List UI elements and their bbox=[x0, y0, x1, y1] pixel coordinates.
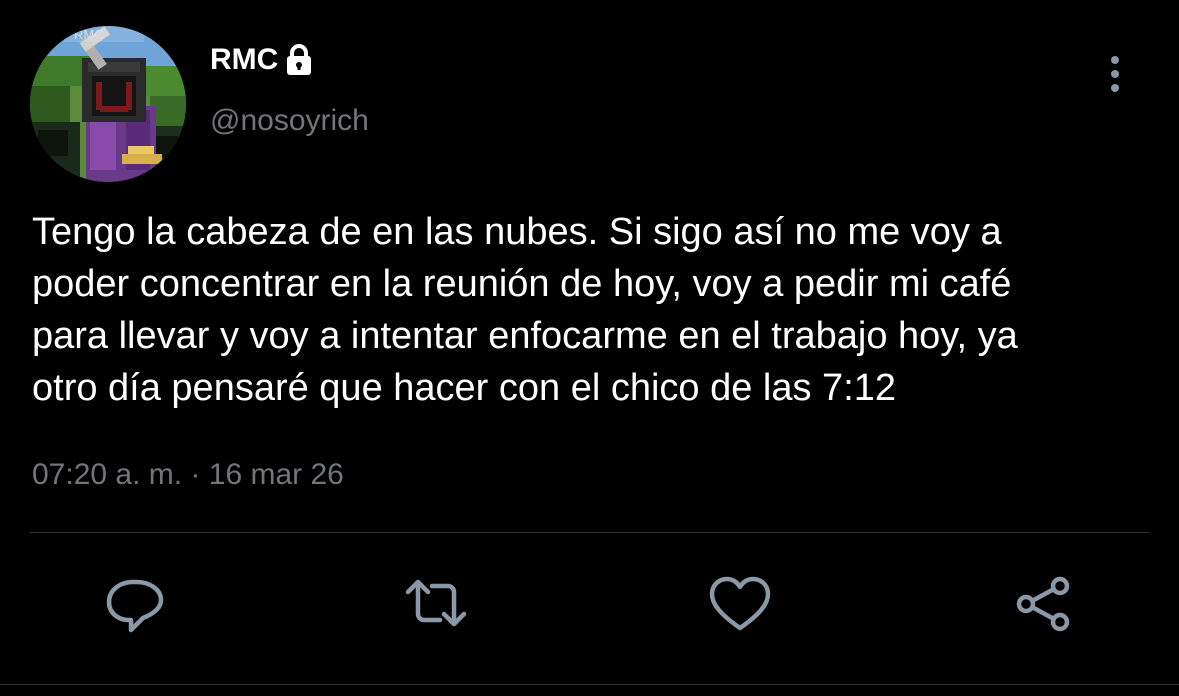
tweet-date: 16 mar 26 bbox=[208, 458, 344, 491]
tweet-timestamp[interactable]: 07:20 a. m. · 16 mar 26 bbox=[32, 456, 344, 494]
divider bbox=[30, 532, 1149, 533]
display-name[interactable]: RMC bbox=[210, 41, 314, 79]
tweet-text-line: para llevar y voy a intentar enfocarme e… bbox=[32, 315, 1018, 357]
more-options-button[interactable] bbox=[1098, 54, 1132, 96]
share-icon bbox=[1016, 576, 1070, 632]
more-vertical-icon bbox=[1111, 56, 1119, 92]
tweet-text-line: otro día pensaré que hacer con el chico … bbox=[32, 367, 897, 409]
display-name-text: RMC bbox=[210, 43, 279, 76]
timestamp-separator: · bbox=[182, 458, 209, 491]
reply-button[interactable] bbox=[103, 574, 167, 634]
tweet-text-line: poder concentrar en la reunión de hoy, v… bbox=[32, 263, 1012, 305]
lock-icon bbox=[284, 43, 314, 77]
share-button[interactable] bbox=[1012, 574, 1076, 634]
like-button[interactable] bbox=[708, 574, 772, 634]
user-handle[interactable]: @nosoyrich bbox=[210, 102, 369, 140]
tweet-text-line: Tengo la cabeza de en las nubes. Si sigo… bbox=[32, 211, 1002, 253]
svg-text:RMC: RMC bbox=[74, 27, 104, 42]
retweet-button[interactable] bbox=[404, 574, 468, 634]
bottom-divider bbox=[0, 684, 1179, 685]
heart-icon bbox=[709, 576, 771, 631]
tweet-time: 07:20 a. m. bbox=[32, 458, 183, 491]
retweet-icon bbox=[405, 579, 467, 627]
minecraft-character-avatar: RMC bbox=[30, 26, 186, 182]
tweet-text: Tengo la cabeza de en las nubes. Si sigo… bbox=[32, 206, 1157, 414]
avatar[interactable]: RMC bbox=[30, 26, 186, 182]
reply-icon bbox=[106, 579, 164, 633]
